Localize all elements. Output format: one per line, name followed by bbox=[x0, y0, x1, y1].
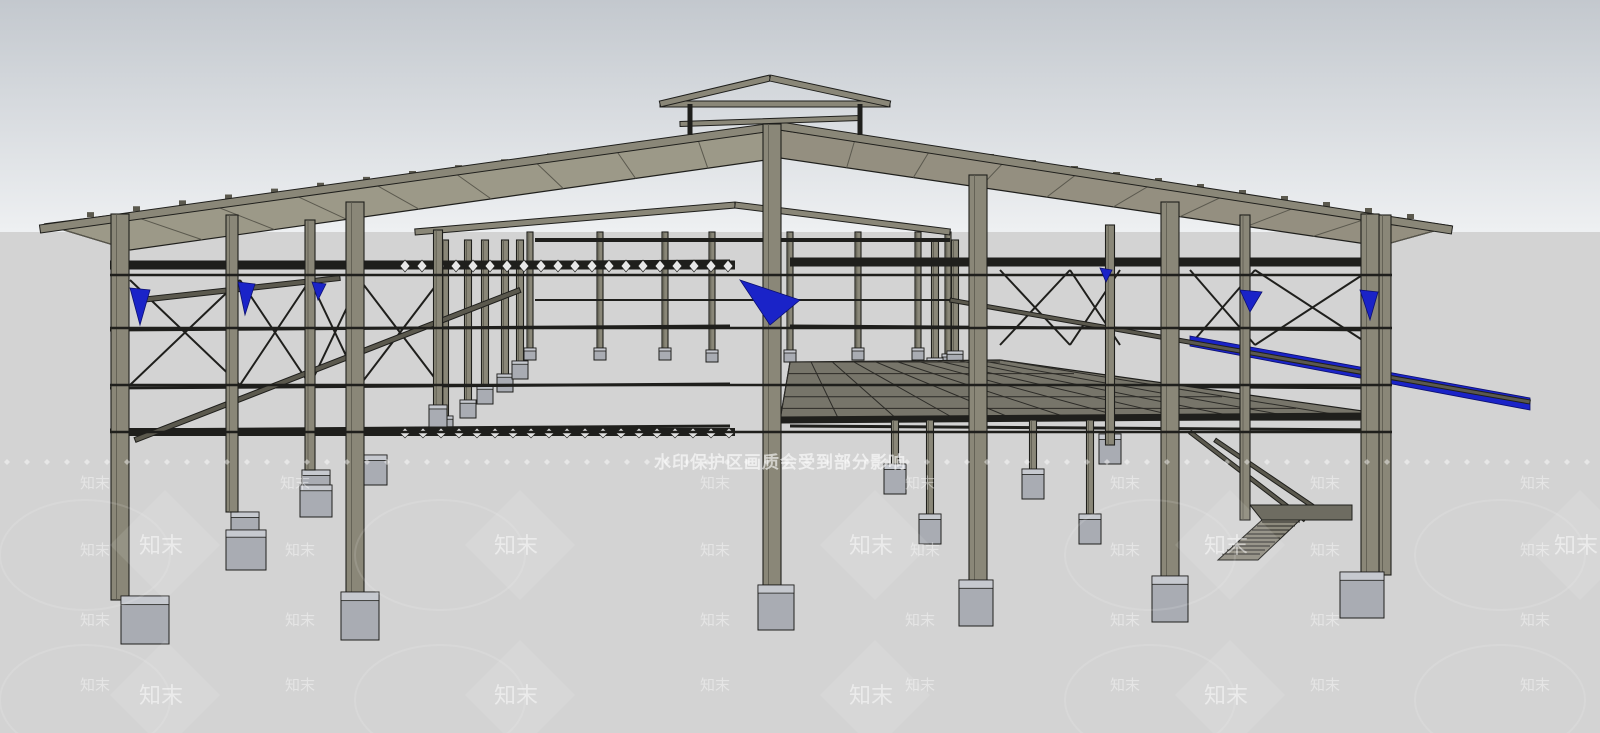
watermark-brand-small: 知末 bbox=[700, 676, 730, 694]
footing-top bbox=[230, 511, 260, 518]
watermark-brand-small: 知末 bbox=[1110, 676, 1140, 694]
footing-top bbox=[459, 399, 477, 404]
footing-top bbox=[757, 584, 795, 594]
steel-column bbox=[786, 231, 794, 353]
footing-top bbox=[523, 347, 537, 352]
watermark-brand-large: 知末 bbox=[494, 684, 538, 709]
watermark-brand-large: 知末 bbox=[1204, 684, 1248, 709]
steel-column bbox=[950, 239, 960, 356]
steel-column bbox=[890, 419, 900, 471]
watermark-brand-small: 知末 bbox=[700, 474, 730, 492]
footing-top bbox=[851, 347, 865, 352]
watermark-brand-small: 知末 bbox=[80, 541, 110, 559]
footing-top bbox=[958, 579, 994, 589]
watermark-brand-small: 知末 bbox=[700, 541, 730, 559]
footing-top bbox=[428, 404, 448, 410]
watermark-brand-small: 知末 bbox=[285, 541, 315, 559]
steel-column bbox=[225, 214, 239, 513]
footing-top bbox=[1339, 571, 1385, 581]
watermark-brand-large: 知末 bbox=[494, 534, 538, 559]
footing-top bbox=[511, 360, 529, 365]
watermark-brand-large: 知末 bbox=[849, 684, 893, 709]
footing-top bbox=[911, 347, 925, 352]
steel-structure-model[interactable]: 知末 知末 知末 知末 知末知末 知末 知末 知末知末 知末 知末 知末 知末 知末 知末知末 知末 知末 知末… bbox=[0, 0, 1600, 733]
steel-column bbox=[1104, 224, 1116, 446]
ridge-monitor-beam bbox=[659, 100, 891, 108]
steel-column bbox=[1085, 419, 1095, 521]
watermark-brand-small: 知末 bbox=[80, 474, 110, 492]
footing-top bbox=[496, 373, 514, 378]
watermark-brand-large: 知末 bbox=[1554, 534, 1598, 559]
steel-column bbox=[854, 231, 862, 351]
watermark-brand-small: 知末 bbox=[1520, 474, 1550, 492]
footing-top bbox=[783, 349, 797, 354]
purlin-clip bbox=[1407, 214, 1414, 219]
watermark-brand-large: 知末 bbox=[139, 684, 183, 709]
steel-column bbox=[526, 231, 534, 351]
steel-column bbox=[515, 239, 525, 366]
footing-top bbox=[918, 513, 942, 520]
watermark-brand-small: 知末 bbox=[905, 611, 935, 629]
watermark-brand-small: 知末 bbox=[1520, 541, 1550, 559]
steel-column bbox=[1360, 213, 1380, 575]
watermark-brand-small: 知末 bbox=[905, 474, 935, 492]
3d-viewport[interactable]: 知末 知末 知末 知末 知末 知末 知末 知末 知末 知末 知末 知末 知末 知末 知末 知末 知末 知末 知末 知末… bbox=[0, 0, 1600, 733]
steel-column bbox=[596, 231, 604, 351]
watermark-brand-small: 知末 bbox=[1310, 676, 1340, 694]
watermark-brand-large: 知末 bbox=[849, 534, 893, 559]
watermark-brand-small: 知末 bbox=[1110, 541, 1140, 559]
watermark-brand-small: 知末 bbox=[280, 474, 310, 492]
footing-top bbox=[593, 347, 607, 352]
purlin-clip bbox=[133, 206, 140, 212]
watermark-brand-small: 知末 bbox=[905, 676, 935, 694]
watermark-brand-small: 知末 bbox=[1110, 474, 1140, 492]
watermark-brand-large: 知末 bbox=[1204, 534, 1248, 559]
steel-column bbox=[944, 231, 952, 357]
watermark-brand-small: 知末 bbox=[910, 541, 940, 559]
steel-column bbox=[708, 231, 716, 353]
watermark-brand-small: 知末 bbox=[80, 676, 110, 694]
steel-column bbox=[345, 201, 365, 599]
mezzanine-edge-beam bbox=[779, 412, 1371, 424]
ground-plane bbox=[0, 232, 1600, 733]
steel-column bbox=[1028, 419, 1038, 476]
stair-landing bbox=[1248, 504, 1353, 521]
steel-column bbox=[661, 231, 669, 351]
steel-column bbox=[432, 229, 444, 411]
steel-column bbox=[1378, 214, 1392, 576]
footing-top bbox=[705, 349, 719, 354]
steel-column bbox=[1160, 201, 1180, 579]
steel-column bbox=[925, 419, 935, 521]
watermark-brand-small: 知末 bbox=[1520, 611, 1550, 629]
footing-top bbox=[883, 463, 907, 470]
footing-top bbox=[1151, 575, 1189, 585]
steel-column bbox=[968, 174, 988, 583]
purlin-clip bbox=[87, 212, 94, 218]
watermark-brand-small: 知末 bbox=[1310, 474, 1340, 492]
footing-top bbox=[658, 347, 672, 352]
watermark-brand-small: 知末 bbox=[80, 611, 110, 629]
watermark-brand-small: 知末 bbox=[1110, 611, 1140, 629]
footing-top bbox=[1021, 468, 1045, 475]
steel-column bbox=[762, 123, 782, 586]
watermark-brand-small: 知末 bbox=[285, 676, 315, 694]
watermark-brand-small: 知末 bbox=[285, 611, 315, 629]
footing-top bbox=[946, 350, 964, 355]
watermark-brand-small: 知末 bbox=[1310, 541, 1340, 559]
watermark-brand-small: 知末 bbox=[700, 611, 730, 629]
watermark-brand-small: 知末 bbox=[1520, 676, 1550, 694]
steel-column bbox=[914, 231, 922, 351]
watermark-brand-small: 知末 bbox=[1310, 611, 1340, 629]
steel-column bbox=[1239, 214, 1251, 521]
watermark-brand-large: 知末 bbox=[139, 534, 183, 559]
footing-top bbox=[225, 529, 267, 538]
footing-top bbox=[340, 591, 380, 602]
